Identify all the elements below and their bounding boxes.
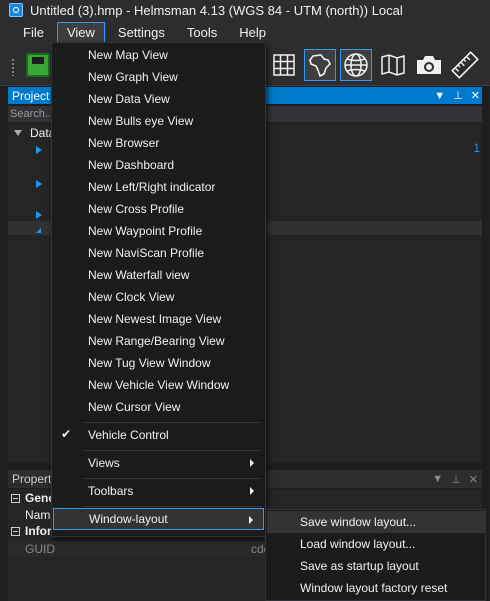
menu-file[interactable]: File (14, 22, 53, 43)
collapsed-arrow-icon[interactable] (36, 180, 42, 188)
menu-item-factory-reset[interactable]: Window layout factory reset (267, 577, 485, 599)
menu-item-new-dashboard[interactable]: New Dashboard (53, 154, 264, 176)
tree-node[interactable] (36, 222, 49, 238)
menu-item-views[interactable]: Views (53, 452, 264, 474)
menu-item-toolbars[interactable]: Toolbars (53, 480, 264, 502)
collapse-icon[interactable] (11, 493, 20, 503)
tree-count: 1 (473, 141, 480, 155)
menu-item-label: Vehicle Control (88, 428, 169, 442)
menu-item-window-layout[interactable]: Window-layout (53, 508, 264, 530)
camera-icon[interactable] (413, 49, 445, 81)
menu-item-new-browser[interactable]: New Browser (53, 132, 264, 154)
menu-item-new-map-view[interactable]: New Map View (53, 44, 264, 66)
menu-item-load-window-layout[interactable]: Load window layout... (267, 533, 485, 555)
menu-item-label: Views (88, 456, 120, 470)
menu-item-save-as-startup-layout[interactable]: Save as startup layout (267, 555, 485, 577)
menu-tools[interactable]: Tools (178, 22, 226, 43)
ruler-icon[interactable] (449, 49, 481, 81)
menu-item-new-graph-view[interactable]: New Graph View (53, 66, 264, 88)
tree-node[interactable] (36, 142, 50, 158)
save-icon[interactable] (26, 53, 50, 77)
menu-item-new-left-right-indicator[interactable]: New Left/Right indicator (53, 176, 264, 198)
tree-node[interactable] (36, 176, 50, 192)
menu-item-new-newest-image-view[interactable]: New Newest Image View (53, 308, 264, 330)
window-title: Untitled (3).hmp - Helmsman 4.13 (WGS 84… (30, 2, 403, 18)
collapsed-arrow-icon[interactable] (36, 146, 42, 154)
submenu-arrow-icon (250, 459, 254, 467)
expanded-arrow-icon[interactable] (36, 227, 41, 233)
tree-root[interactable]: Data (14, 125, 55, 141)
menu-item-save-window-layout[interactable]: Save window layout... (267, 511, 485, 533)
grid-icon[interactable] (268, 49, 300, 81)
collapse-icon[interactable] (11, 526, 20, 536)
view-menu-dropdown: New Map View New Graph View New Data View N… (51, 42, 266, 537)
africa-map-icon[interactable] (304, 49, 336, 81)
menu-item-vehicle-control[interactable]: ✔ Vehicle Control (53, 424, 264, 446)
menu-item-new-vehicle-view-window[interactable]: New Vehicle View Window (53, 374, 264, 396)
menu-item-label: Toolbars (88, 484, 134, 498)
close-icon[interactable]: ✕ (469, 473, 478, 486)
submenu-arrow-icon (250, 487, 254, 495)
window-layout-submenu: Save window layout... Load window layout… (265, 509, 486, 601)
app-icon[interactable] (9, 3, 23, 17)
menu-item-new-range-bearing-view[interactable]: New Range/Bearing View (53, 330, 264, 352)
menu-view[interactable]: View (56, 21, 105, 43)
pin-icon[interactable]: ⊥ (451, 473, 461, 486)
project-panel-title: Project (12, 88, 50, 103)
collapsed-arrow-icon[interactable] (36, 211, 42, 219)
menu-item-label: Window-layout (89, 512, 168, 526)
menu-settings[interactable]: Settings (109, 22, 174, 43)
property-label: GUID (25, 542, 55, 556)
menu-item-new-cursor-view[interactable]: New Cursor View (53, 396, 264, 418)
properties-panel-title: Propert (12, 472, 52, 486)
menu-item-new-clock-view[interactable]: New Clock View (53, 286, 264, 308)
title-bar: Untitled (3).hmp - Helmsman 4.13 (WGS 84… (0, 0, 490, 20)
expand-arrow-icon[interactable] (14, 130, 22, 136)
close-icon[interactable]: ✕ (471, 89, 480, 102)
toolbar-grip[interactable] (11, 58, 15, 76)
panel-dropdown-icon[interactable]: ▼ (432, 473, 443, 485)
menu-bar: File View Settings Tools Help (0, 20, 490, 44)
menu-item-new-waypoint-profile[interactable]: New Waypoint Profile (53, 220, 264, 242)
submenu-arrow-icon (249, 516, 253, 524)
panel-dropdown-icon[interactable]: ▼ (434, 90, 445, 102)
menu-item-new-tug-view-window[interactable]: New Tug View Window (53, 352, 264, 374)
folded-map-icon[interactable] (377, 49, 409, 81)
menu-help[interactable]: Help (230, 22, 275, 43)
menu-item-new-waterfall-view[interactable]: New Waterfall view (53, 264, 264, 286)
menu-item-new-data-view[interactable]: New Data View (53, 88, 264, 110)
property-category-general[interactable]: Gene (8, 490, 55, 506)
menu-item-new-cross-profile[interactable]: New Cross Profile (53, 198, 264, 220)
pin-icon[interactable]: ⊥ (453, 89, 463, 102)
globe-icon[interactable] (340, 49, 372, 81)
menu-item-new-naviscan-profile[interactable]: New NaviScan Profile (53, 242, 264, 264)
check-icon: ✔ (61, 427, 72, 441)
menu-item-new-bulls-eye-view[interactable]: New Bulls eye View (53, 110, 264, 132)
